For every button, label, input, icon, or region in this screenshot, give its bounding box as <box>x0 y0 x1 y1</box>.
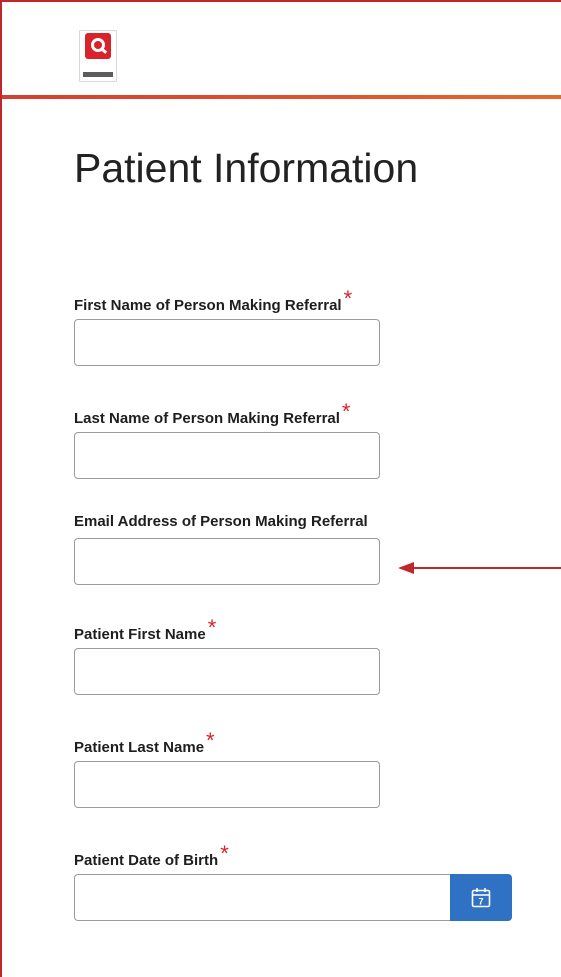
calendar-day-text: 7 <box>478 897 483 907</box>
required-asterisk: * <box>206 728 215 753</box>
field-label-text: Last Name of Person Making Referral <box>74 410 340 427</box>
patient-dob-group: Patient Date of Birth* 7 <box>74 843 512 921</box>
patient-first-name-group: Patient First Name* <box>74 617 380 695</box>
header-divider <box>2 95 561 99</box>
logo-phone-strip <box>83 72 113 77</box>
required-asterisk: * <box>207 615 217 640</box>
site-header <box>2 2 561 96</box>
referrer-first-name-group: First Name of Person Making Referral* <box>74 288 380 366</box>
field-label-text: Patient Last Name <box>74 739 205 756</box>
field-label-text: Patient First Name <box>74 626 206 643</box>
page-title: Patient Information <box>74 145 419 191</box>
patient-last-name-input[interactable] <box>74 761 380 808</box>
date-picker: 7 <box>74 874 512 921</box>
referrer-email-group: Email Address of Person Making Referral <box>74 511 380 585</box>
field-label-text: Patient Date of Birth <box>74 852 219 869</box>
referrer-email-input[interactable] <box>74 538 380 585</box>
required-asterisk: * <box>343 286 353 311</box>
referrer-last-name-input[interactable] <box>74 432 380 479</box>
field-label-text: First Name of Person Making Referral <box>74 297 342 314</box>
logo-q-icon <box>85 33 111 59</box>
patient-dob-input[interactable] <box>74 874 450 921</box>
patient-last-name-label: Patient Last Name* <box>74 730 380 757</box>
referrer-last-name-label: Last Name of Person Making Referral* <box>74 401 380 428</box>
referrer-first-name-label: First Name of Person Making Referral* <box>74 288 380 315</box>
brand-logo[interactable] <box>79 30 117 82</box>
patient-last-name-group: Patient Last Name* <box>74 730 380 808</box>
required-asterisk: * <box>341 399 351 424</box>
calendar-button[interactable]: 7 <box>450 874 512 921</box>
referrer-email-label: Email Address of Person Making Referral <box>74 511 380 533</box>
required-asterisk: * <box>220 841 229 866</box>
annotation-arrow <box>398 562 561 574</box>
patient-dob-label: Patient Date of Birth* <box>74 843 512 870</box>
patient-first-name-input[interactable] <box>74 648 380 695</box>
field-label-text: Email Address of Person Making Referral <box>74 513 368 530</box>
referrer-last-name-group: Last Name of Person Making Referral* <box>74 401 380 479</box>
referrer-first-name-input[interactable] <box>74 319 380 366</box>
patient-first-name-label: Patient First Name* <box>74 617 380 644</box>
calendar-icon: 7 <box>471 888 491 908</box>
